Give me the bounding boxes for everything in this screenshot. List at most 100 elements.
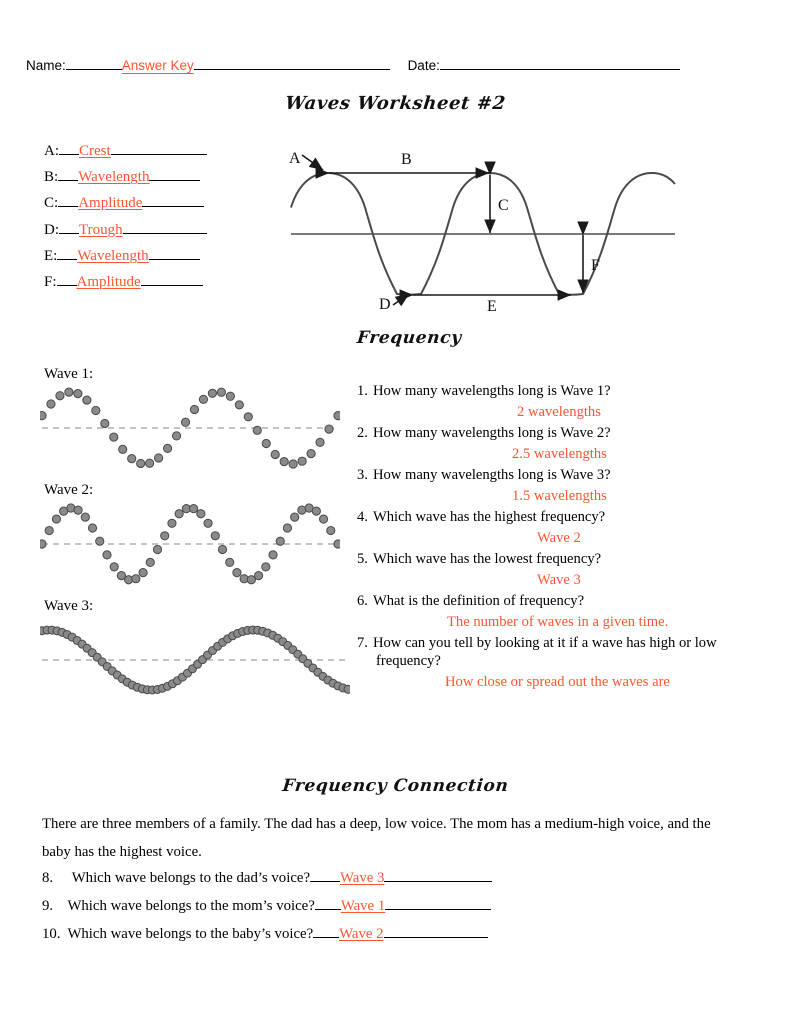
- question-5-text: Which wave has the lowest frequency?: [372, 551, 602, 567]
- wave-3-label: Wave 3:: [44, 598, 94, 614]
- label-letter-b: B:: [44, 169, 59, 186]
- question-1: 1. How many wavelengths long is Wave 1?: [357, 383, 777, 400]
- wave-marker-f-label: F: [591, 257, 600, 274]
- label-blank-e-pre: [57, 243, 78, 260]
- wave-dot: [268, 550, 278, 560]
- label-answer-d: Trough: [79, 221, 123, 238]
- wave-dot: [282, 523, 293, 533]
- connection-item-8-number: 8.: [42, 870, 54, 886]
- wave-dot: [174, 509, 184, 519]
- wave-marker-a-pointer: [301, 154, 324, 171]
- wave-dot: [154, 453, 164, 463]
- wave-dot: [51, 514, 62, 524]
- wave-dot: [189, 504, 199, 514]
- label-letter-e: E:: [44, 247, 58, 264]
- wave-marker-a-label: A: [289, 150, 301, 167]
- wave-dot: [217, 544, 228, 555]
- label-key-row-f: F: Amplitude: [44, 269, 207, 295]
- label-blank-c-post: [142, 190, 205, 208]
- wave-dot: [225, 391, 235, 401]
- label-letter-f: F:: [44, 273, 57, 290]
- wave-dot: [127, 454, 137, 464]
- connection-item-8-blank-pre: [310, 865, 341, 882]
- wave-dot: [73, 505, 83, 515]
- label-answer-a: Crest: [79, 143, 111, 159]
- wave-dot: [180, 417, 191, 427]
- wave-dot: [109, 562, 119, 572]
- wave-dot: [290, 512, 300, 522]
- wave-dot: [145, 458, 155, 468]
- connection-paragraph: There are three members of a family. The…: [42, 816, 711, 860]
- wave-dot: [288, 459, 298, 469]
- wave-marker-d-pointer: [392, 293, 410, 307]
- wave-3-plot: [40, 625, 350, 695]
- question-7-number: 7.: [357, 635, 368, 651]
- question-5-number: 5.: [357, 551, 368, 567]
- label-key-row-b: B: Wavelength: [44, 164, 207, 190]
- wave-marker-d-label: D: [379, 296, 391, 312]
- label-letter-d: D:: [44, 221, 59, 238]
- wave-dot: [253, 571, 264, 581]
- wave-dot: [73, 389, 83, 399]
- connection-item-9-answer: Wave 1: [340, 898, 386, 914]
- wave-dot: [167, 518, 177, 528]
- question-2-answer: 2.5 wavelengths: [512, 445, 607, 462]
- label-blank-d-pre: [59, 217, 79, 234]
- name-date-header: Name: Answer Key Date:: [26, 55, 766, 73]
- label-blank-a-pre: [59, 138, 79, 155]
- wave-dot: [152, 544, 163, 555]
- label-blank-f-pre: [56, 269, 77, 286]
- label-blank-f-post: [140, 269, 203, 286]
- date-label: Date:: [407, 58, 440, 73]
- name-blank-post: [193, 55, 390, 70]
- wave-dot: [138, 568, 148, 578]
- frequency-heading: Frequency: [355, 328, 463, 348]
- wave-dot: [333, 411, 340, 421]
- wave-dot: [243, 412, 253, 422]
- question-6-text: What is the definition of frequency?: [372, 593, 585, 609]
- question-4-text: Which wave has the highest frequency?: [372, 509, 606, 525]
- connection-item-9-number: 9.: [42, 898, 54, 914]
- wave-dot: [100, 418, 110, 429]
- wave-dot: [87, 523, 98, 533]
- wave-dot: [46, 399, 56, 409]
- wave-dot: [171, 431, 182, 441]
- wave-dot: [109, 432, 119, 442]
- wave-2-label: Wave 2:: [44, 482, 94, 498]
- wave-dot: [196, 509, 206, 519]
- wave-dot: [203, 518, 213, 528]
- question-2: 2. How many wavelengths long is Wave 2?: [357, 425, 777, 442]
- connection-item-9-text: Which wave belongs to the mom’s voice?: [67, 898, 315, 914]
- question-3-text: How many wavelengths long is Wave 3?: [372, 467, 611, 483]
- wave-dot: [225, 557, 235, 568]
- wave-marker-b-label: B: [401, 151, 412, 168]
- wave-dot: [162, 443, 173, 453]
- wave-dot: [343, 684, 350, 694]
- wave-dot: [136, 458, 146, 469]
- connection-item-9: 9. Which wave belongs to the mom’s voice…: [42, 893, 492, 915]
- wave-dot: [160, 531, 170, 541]
- question-4: 4. Which wave has the highest frequency?: [357, 509, 777, 526]
- label-key-row-c: C: Amplitude: [44, 190, 207, 216]
- wave-dot: [82, 395, 92, 405]
- question-3-number: 3.: [357, 467, 368, 483]
- label-blank-a-post: [110, 138, 207, 155]
- label-answer-b: Wavelength: [78, 169, 150, 186]
- wave-marker-e-label: E: [487, 298, 497, 312]
- wave-dot: [275, 536, 285, 546]
- question-5-answer: Wave 3: [537, 571, 581, 588]
- wave-1-label: Wave 1:: [44, 366, 94, 382]
- label-key-row-a: A: Crest: [44, 138, 207, 164]
- name-answer-value: Answer Key: [121, 58, 194, 73]
- wave-dot: [270, 449, 280, 460]
- wave-dot: [44, 525, 54, 536]
- label-letter-a: A:: [44, 143, 59, 159]
- wave-dot: [40, 539, 47, 549]
- date-blank: [439, 55, 680, 70]
- wave-dot: [80, 512, 90, 522]
- wave-dot: [198, 394, 209, 404]
- label-blank-c-pre: [58, 190, 79, 208]
- connection-item-8-blank-post: [384, 865, 493, 882]
- question-3: 3. How many wavelengths long is Wave 3?: [357, 467, 777, 484]
- label-key-row-d: D: Trough: [44, 217, 207, 243]
